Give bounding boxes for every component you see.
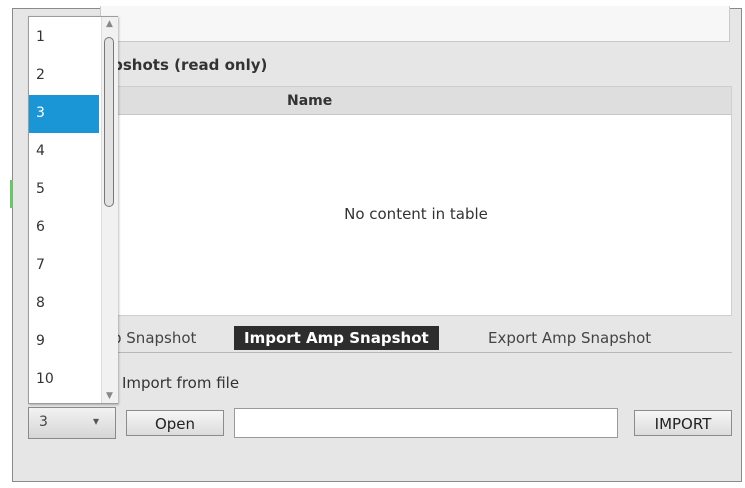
scrollbar-thumb[interactable] [104, 37, 114, 207]
open-button[interactable]: Open [126, 410, 224, 436]
combobox-value: 3 [39, 414, 48, 430]
edge-indicator [10, 180, 13, 208]
dropdown-option[interactable]: 7 [29, 247, 99, 285]
file-path-input[interactable] [234, 408, 618, 438]
dropdown-option[interactable]: 5 [29, 171, 99, 209]
empty-table-message: No content in table [344, 205, 488, 223]
import-from-file-label: Import from file [122, 374, 240, 392]
scroll-up-arrow-icon[interactable]: ▲ [106, 19, 113, 29]
section-title: apshots (read only) [102, 56, 268, 74]
dropdown-option[interactable]: 10 [29, 361, 99, 399]
dropdown-option[interactable]: 1 [29, 19, 99, 57]
tab-bar: p Snapshot Import Amp Snapshot Export Am… [100, 324, 732, 353]
dropdown-scrollbar[interactable]: ▲ ▼ [101, 17, 118, 403]
tab-import-amp-snapshot[interactable]: Import Amp Snapshot [234, 326, 439, 350]
snapshots-table: Name No content in table [100, 86, 732, 316]
import-button[interactable]: IMPORT [634, 410, 732, 436]
table-header: Name [101, 87, 731, 115]
tab-export-amp-snapshot[interactable]: Export Amp Snapshot [478, 326, 661, 350]
dropdown-option[interactable]: 4 [29, 133, 99, 171]
dropdown-option[interactable]: 8 [29, 285, 99, 323]
dropdown-option[interactable]: 2 [29, 57, 99, 95]
count-dropdown-list: 1 2 3 4 5 6 7 8 9 10 ▲ ▼ [28, 16, 118, 404]
dropdown-option[interactable]: 9 [29, 323, 99, 361]
count-combobox[interactable]: 3 ▾ [28, 407, 116, 439]
chevron-down-icon[interactable]: ▾ [93, 414, 99, 428]
column-header-name[interactable]: Name [287, 93, 332, 109]
top-field [100, 6, 730, 42]
dropdown-option-selected[interactable]: 3 [29, 95, 99, 133]
scroll-down-arrow-icon[interactable]: ▼ [106, 391, 113, 401]
dropdown-option[interactable]: 6 [29, 209, 99, 247]
